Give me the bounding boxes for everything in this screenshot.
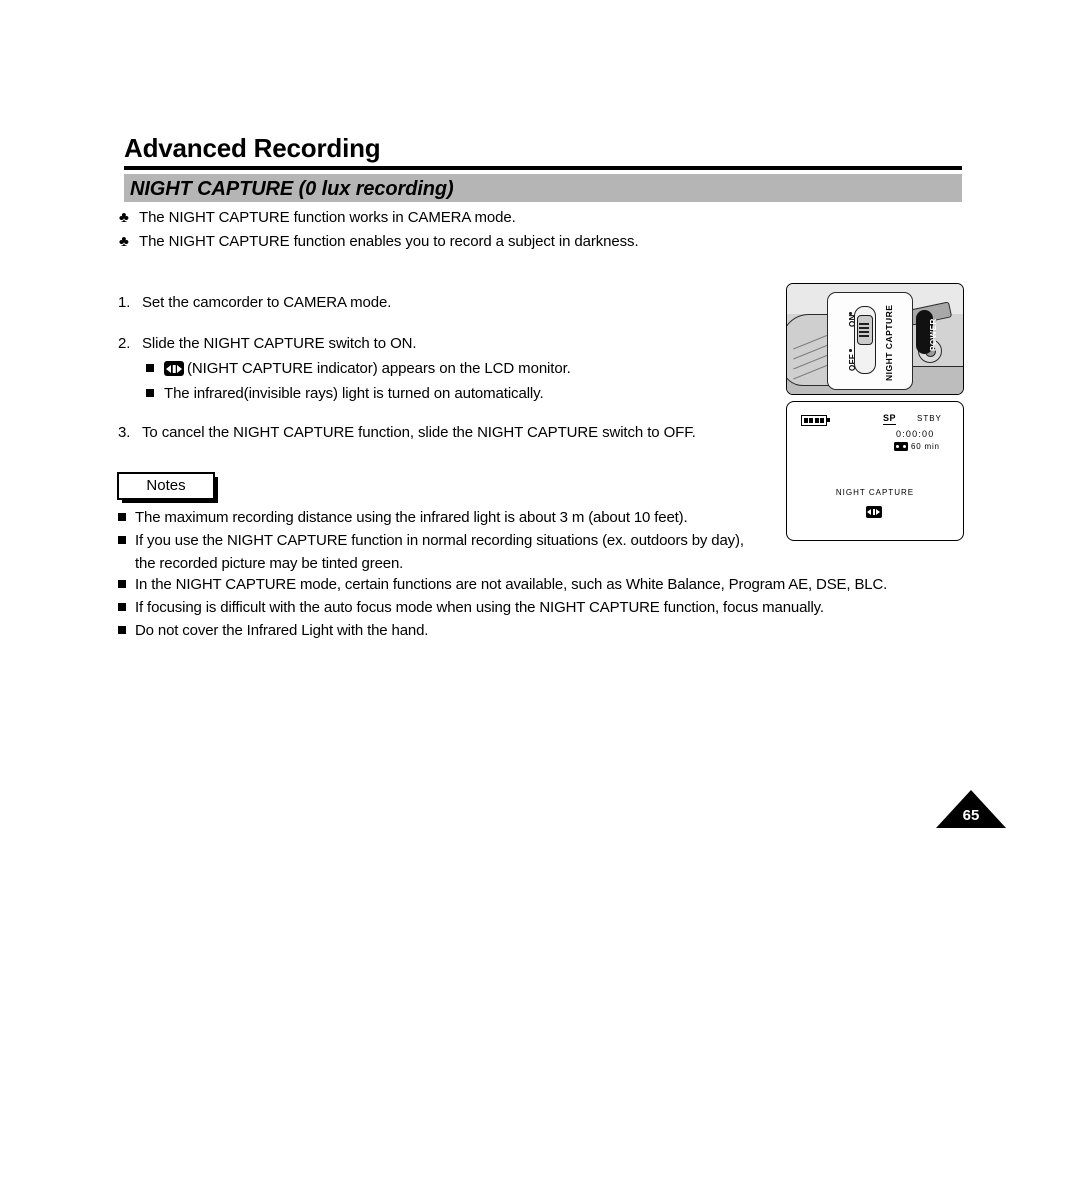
step-number: 1. <box>118 294 131 311</box>
step-text: Set the camcorder to CAMERA mode. <box>142 294 392 311</box>
note-text: If focusing is difficult with the auto f… <box>135 599 824 616</box>
notes-box: Notes <box>117 472 215 500</box>
step-text: To cancel the NIGHT CAPTURE function, sl… <box>142 424 696 441</box>
header-divider <box>124 166 962 170</box>
camcorder-switch-photo: ON OFF NIGHT CAPTURE POWER <box>786 283 964 395</box>
switch-title-label: NIGHT CAPTURE <box>884 304 894 381</box>
cassette-icon <box>894 442 908 451</box>
step-item: 1. Set the camcorder to CAMERA mode. <box>118 292 778 313</box>
square-bullet-icon <box>118 580 135 588</box>
record-mode-indicator: SP <box>883 413 897 425</box>
square-bullet-icon <box>146 364 164 372</box>
step-item: 2. Slide the NIGHT CAPTURE switch to ON. <box>118 333 778 354</box>
note-text: The maximum recording distance using the… <box>135 509 688 526</box>
page-number-badge: 65 <box>936 790 1006 828</box>
switch-knob[interactable] <box>857 315 873 345</box>
section-title: NIGHT CAPTURE (0 lux recording) <box>130 178 454 200</box>
clover-bullet-icon: ♣ <box>119 209 129 226</box>
note-item: Do not cover the Infrared Light with the… <box>118 620 948 641</box>
tape-remaining-text: 60 min <box>911 442 940 451</box>
power-button-label: POWER <box>929 318 938 351</box>
note-text-continued: the recorded picture may be tinted green… <box>135 555 404 572</box>
manual-page: Advanced Recording NIGHT CAPTURE (0 lux … <box>0 0 1080 1177</box>
status-indicator: STBY <box>917 414 942 423</box>
night-capture-switch[interactable] <box>854 306 876 374</box>
intro-item: ♣ The NIGHT CAPTURE function enables you… <box>119 232 879 252</box>
switch-dot-off <box>849 349 852 352</box>
substep-text: (NIGHT CAPTURE indicator) appears on the… <box>164 358 571 379</box>
night-capture-indicator-icon <box>164 361 184 376</box>
square-bullet-icon <box>118 513 135 521</box>
notes-label: Notes <box>146 477 186 494</box>
osd-night-capture-icon-wrap <box>787 502 963 520</box>
intro-item-text: The NIGHT CAPTURE function works in CAME… <box>139 209 516 226</box>
note-item: In the NIGHT CAPTURE mode, certain funct… <box>118 574 948 595</box>
tape-remaining-row: 60 min <box>894 442 940 451</box>
intro-list: ♣ The NIGHT CAPTURE function works in CA… <box>119 208 879 256</box>
night-capture-indicator-icon <box>865 506 882 518</box>
note-text: Do not cover the Infrared Light with the… <box>135 622 429 639</box>
step-text: Slide the NIGHT CAPTURE switch to ON. <box>142 335 417 352</box>
osd-night-capture-label: NIGHT CAPTURE <box>835 488 915 497</box>
substep-text: The infrared(invisible rays) light is tu… <box>164 385 544 402</box>
square-bullet-icon <box>118 603 135 611</box>
clover-bullet-icon: ♣ <box>119 233 129 250</box>
battery-icon <box>801 415 830 426</box>
night-capture-switch-panel: ON OFF NIGHT CAPTURE <box>827 292 913 390</box>
note-text: If you use the NIGHT CAPTURE function in… <box>135 532 744 549</box>
square-bullet-icon <box>118 626 135 634</box>
power-button[interactable]: POWER <box>916 310 938 354</box>
square-bullet-icon <box>118 536 135 544</box>
step-number: 2. <box>118 335 131 352</box>
camcorder-body: ON OFF NIGHT CAPTURE POWER <box>787 284 963 394</box>
timecode-display: 0:00:00 <box>896 429 935 439</box>
step-item: 3. To cancel the NIGHT CAPTURE function,… <box>118 422 778 443</box>
notes-header: Notes <box>117 472 218 503</box>
chapter-title: Advanced Recording <box>124 133 381 163</box>
note-text: In the NIGHT CAPTURE mode, certain funct… <box>135 576 888 593</box>
intro-item: ♣ The NIGHT CAPTURE function works in CA… <box>119 208 879 228</box>
step-list: 1. Set the camcorder to CAMERA mode. 2. … <box>118 292 778 443</box>
substep-item: The infrared(invisible rays) light is tu… <box>146 383 778 404</box>
intro-item-text: The NIGHT CAPTURE function enables you t… <box>139 233 639 250</box>
substep-item: (NIGHT CAPTURE indicator) appears on the… <box>146 358 778 379</box>
square-bullet-icon <box>146 389 164 397</box>
step-number: 3. <box>118 424 131 441</box>
page-number: 65 <box>962 807 980 824</box>
note-item: If focusing is difficult with the auto f… <box>118 597 948 618</box>
lcd-monitor-illustration: SP STBY 0:00:00 60 min NIGHT CAPTURE <box>786 401 964 541</box>
